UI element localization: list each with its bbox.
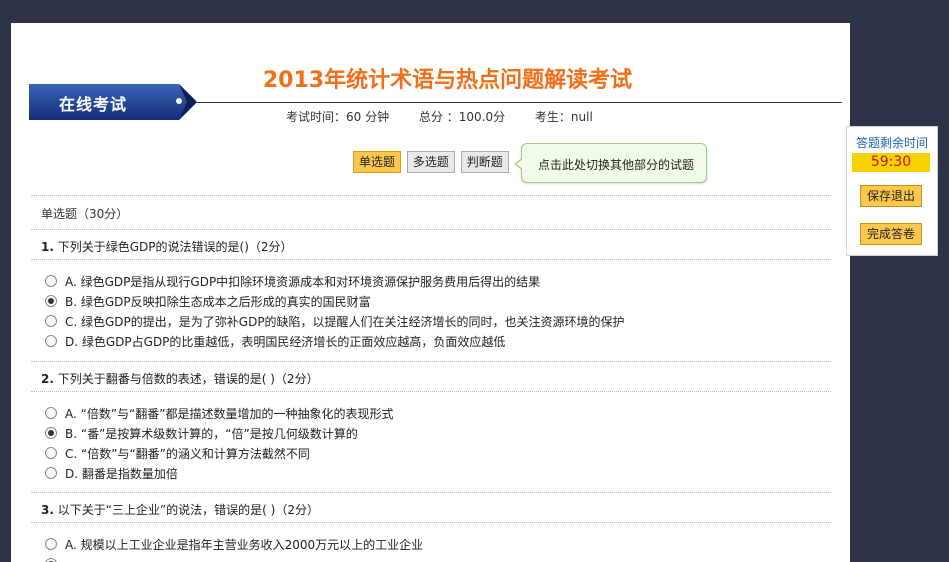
question-2-option-d[interactable]: D. 翻番是指数量加倍	[45, 465, 178, 483]
radio-button[interactable]	[45, 335, 57, 347]
option-label: B. 绿色GDP反映扣除生态成本之后形成的真实的国民财富	[65, 295, 371, 309]
exam-total-score: 总分 ：100.0分	[418, 110, 506, 124]
divider	[31, 361, 831, 362]
section-switch-tooltip: 点击此处切换其他部分的试题	[514, 143, 707, 183]
option-label: A. “倍数”与“翻番”都是描述数量增加的一种抽象化的表现形式	[65, 407, 394, 421]
examinee-name: 考生：null	[534, 110, 593, 124]
option-label: A. 绿色GDP是指从现行GDP中扣除环境资源成本和对环境资源保护服务费用后得出…	[65, 275, 541, 289]
timer-panel: 答题剩余时间 59:30 保存退出 完成答卷	[846, 126, 938, 256]
question-1-option-c[interactable]: C. 绿色GDP的提出，是为了弥补GDP的缺陷，以提醒人们在关注经济增长的同时，…	[45, 313, 625, 331]
option-label: D. 绿色GDP占GDP的比重越低，表明国民经济增长的正面效应越高，负面效应越低	[65, 335, 506, 349]
question-3-option-b-partial[interactable]	[45, 556, 65, 562]
banner-label: 在线考试	[59, 95, 128, 114]
option-label: D. 翻番是指数量加倍	[65, 467, 178, 481]
divider	[31, 259, 831, 260]
tab-multiple-choice[interactable]: 多选题	[406, 151, 455, 173]
radio-button[interactable]	[45, 538, 57, 550]
tab-true-false[interactable]: 判断题	[460, 151, 509, 173]
question-2: 2. 下列关于翻番与倍数的表述，错误的是( )（2分）	[41, 370, 319, 387]
radio-button[interactable]	[45, 275, 57, 287]
option-label: C. 绿色GDP的提出，是为了弥补GDP的缺陷，以提醒人们在关注经济增长的同时，…	[65, 315, 625, 329]
radio-button[interactable]	[45, 315, 57, 327]
section-tabs: 单选题 多选题 判断题	[353, 151, 511, 173]
radio-button-selected[interactable]	[45, 427, 57, 439]
question-text: 以下关于“三上企业”的说法，错误的是( )（2分）	[57, 503, 319, 517]
exam-page: 在线考试 2013年统计术语与热点问题解读考试 考试时间：60 分钟 总分 ：1…	[11, 23, 850, 562]
divider	[31, 391, 831, 392]
divider	[31, 229, 831, 230]
exam-info: 考试时间：60 分钟 总分 ：100.0分 考生：null	[286, 108, 619, 125]
question-1: 1. 下列关于绿色GDP的说法错误的是()（2分）	[41, 238, 293, 255]
divider	[31, 195, 831, 196]
divider	[31, 522, 831, 523]
question-2-option-c[interactable]: C. “倍数”与“翻番”的涵义和计算方法截然不同	[45, 445, 310, 463]
question-text: 下列关于绿色GDP的说法错误的是()（2分）	[57, 240, 293, 254]
question-number: 3.	[41, 503, 54, 517]
page-title: 2013年统计术语与热点问题解读考试	[262, 68, 633, 93]
section-title: 单选题（30分）	[41, 207, 129, 221]
banner-dot-icon	[176, 98, 182, 104]
tooltip-text: 点击此处切换其他部分的试题	[538, 158, 695, 172]
question-3: 3. 以下关于“三上企业”的说法，错误的是( )（2分）	[41, 501, 319, 518]
question-text: 下列关于翻番与倍数的表述，错误的是( )（2分）	[57, 372, 319, 386]
remaining-time-label: 答题剩余时间	[855, 136, 928, 150]
radio-button[interactable]	[45, 447, 57, 459]
question-number: 1.	[41, 240, 54, 254]
radio-button[interactable]	[45, 407, 57, 419]
radio-button[interactable]	[45, 467, 57, 479]
radio-button-selected[interactable]	[45, 295, 57, 307]
question-1-option-a[interactable]: A. 绿色GDP是指从现行GDP中扣除环境资源成本和对环境资源保护服务费用后得出…	[45, 273, 540, 291]
question-2-option-b[interactable]: B. “番”是按算术级数计算的，“倍”是按几何级数计算的	[45, 425, 358, 443]
question-2-option-a[interactable]: A. “倍数”与“翻番”都是描述数量增加的一种抽象化的表现形式	[45, 405, 394, 423]
title-rule	[197, 102, 842, 103]
divider	[31, 492, 831, 493]
option-label: B. “番”是按算术级数计算的，“倍”是按几何级数计算的	[65, 427, 358, 441]
option-label: C. “倍数”与“翻番”的涵义和计算方法截然不同	[65, 447, 310, 461]
save-exit-button[interactable]: 保存退出	[860, 185, 922, 207]
option-label: A. 规模以上工业企业是指年主营业务收入2000万元以上的工业企业	[65, 538, 424, 552]
finish-exam-button[interactable]: 完成答卷	[860, 223, 922, 245]
question-1-option-b[interactable]: B. 绿色GDP反映扣除生态成本之后形成的真实的国民财富	[45, 293, 371, 311]
question-3-option-a[interactable]: A. 规模以上工业企业是指年主营业务收入2000万元以上的工业企业	[45, 536, 423, 554]
tab-single-choice[interactable]: 单选题	[353, 151, 402, 173]
exam-duration: 考试时间：60 分钟	[286, 110, 390, 124]
countdown-timer: 59:30	[852, 153, 930, 172]
question-1-option-d[interactable]: D. 绿色GDP占GDP的比重越低，表明国民经济增长的正面效应越高，负面效应越低	[45, 333, 505, 351]
question-number: 2.	[41, 372, 54, 386]
radio-button-selected[interactable]	[45, 558, 57, 562]
